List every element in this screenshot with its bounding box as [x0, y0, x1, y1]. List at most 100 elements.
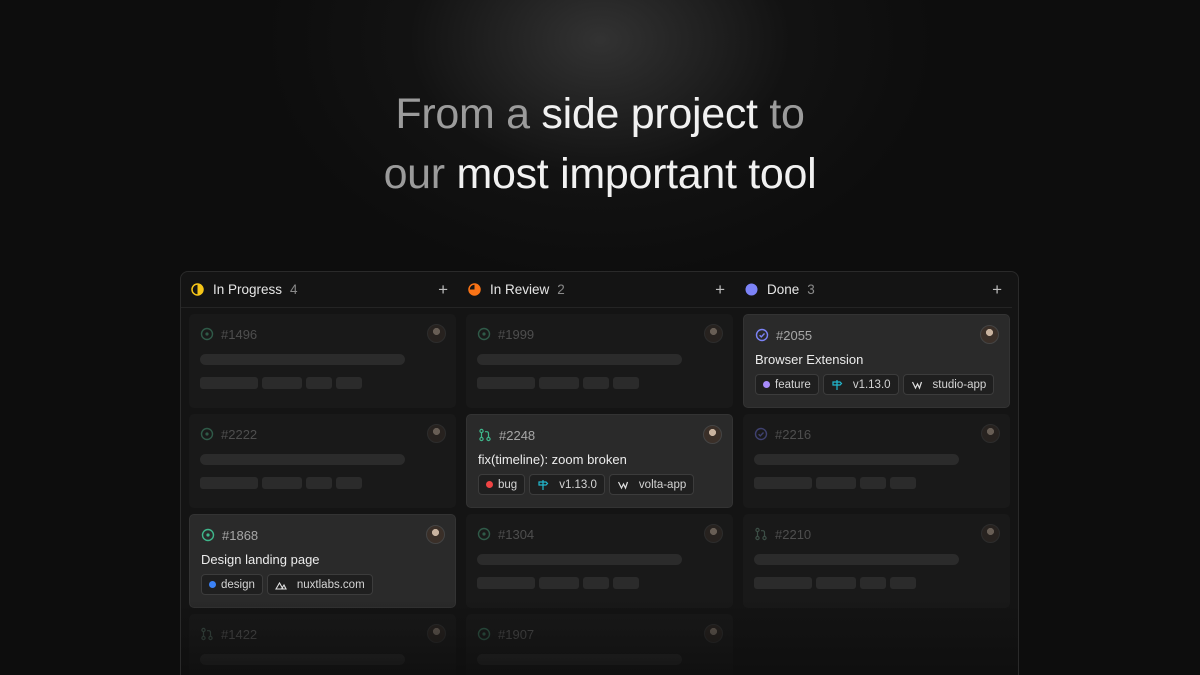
skeleton-title	[200, 454, 405, 465]
hero-heading: From a side project to our most importan…	[0, 84, 1200, 204]
check-circle-icon	[755, 328, 769, 342]
pull-request-icon	[200, 627, 214, 641]
label-chip[interactable]: design	[201, 574, 263, 595]
skeleton-chip	[306, 377, 332, 389]
avatar	[427, 424, 446, 443]
issue-card[interactable]: #2216	[743, 414, 1010, 508]
skeleton-chip	[306, 477, 332, 489]
kanban-board: In Progress 4 + #1496 #2222 #1868 Design landi…	[180, 271, 1019, 675]
issue-card[interactable]: #2222	[189, 414, 456, 508]
hero-text-segment: our	[383, 150, 457, 198]
issue-number: #1999	[498, 326, 535, 342]
skeleton-chip	[336, 477, 362, 489]
circle-dot-icon	[477, 627, 491, 641]
issue-card[interactable]: #2055 Browser Extension feature v1.13.0 stud…	[743, 314, 1010, 408]
issue-number: #1868	[222, 527, 259, 543]
label-text: design	[221, 578, 255, 591]
avatar	[980, 325, 999, 344]
circle-dot-icon	[201, 528, 215, 542]
label-dot-icon	[763, 381, 770, 388]
issue-card-header: #1496	[200, 325, 257, 343]
issue-card-header: #2055	[755, 326, 812, 344]
circle-dot-icon	[477, 327, 491, 341]
skeleton-chips	[200, 477, 362, 489]
check-circle-icon	[754, 427, 768, 441]
avatar	[427, 324, 446, 343]
avatar	[981, 424, 1000, 443]
issue-card-header: #2210	[754, 525, 811, 543]
skeleton-chips	[754, 577, 916, 589]
add-card-icon[interactable]: +	[438, 281, 448, 298]
issue-number: #2216	[775, 426, 812, 442]
issue-card[interactable]: #2248 fix(timeline): zoom broken bug v1.13.…	[466, 414, 733, 508]
add-card-icon[interactable]: +	[715, 281, 725, 298]
column-title: In Progress	[213, 282, 283, 297]
label-text: nuxtlabs.com	[296, 578, 365, 591]
issue-card[interactable]: #1868 Design landing page design nuxtlabs.c…	[189, 514, 456, 608]
hero-text-segment: to	[757, 90, 805, 138]
skeleton-chip	[477, 577, 535, 589]
skeleton-chip	[860, 577, 886, 589]
skeleton-chip	[539, 577, 579, 589]
issue-card-header: #1868	[201, 526, 258, 544]
pull-request-icon	[754, 527, 768, 541]
issue-number: #2055	[776, 327, 813, 343]
issue-card[interactable]: #1496	[189, 314, 456, 408]
label-chip[interactable]: nuxtlabs.com	[266, 574, 373, 595]
column-count: 3	[807, 282, 815, 297]
column-count: 2	[557, 282, 565, 297]
skeleton-chip	[613, 577, 639, 589]
label-chip[interactable]: feature	[755, 374, 819, 395]
label-chip[interactable]: v1.13.0	[529, 474, 605, 495]
issue-number: #1496	[221, 326, 258, 342]
avatar	[427, 624, 446, 643]
skeleton-chip	[583, 377, 609, 389]
pull-request-icon	[478, 428, 492, 442]
skeleton-chip	[860, 477, 886, 489]
issue-card[interactable]: #1304	[466, 514, 733, 608]
skeleton-chip	[477, 377, 535, 389]
issue-card[interactable]: #1907	[466, 614, 733, 675]
issue-number: #1304	[498, 526, 535, 542]
issue-title: Design landing page	[201, 552, 320, 567]
issue-card[interactable]: #1999	[466, 314, 733, 408]
hero-line-1: From a side project to	[0, 84, 1200, 144]
skeleton-title	[200, 654, 405, 665]
issue-labels: feature v1.13.0 studio-app	[755, 374, 995, 395]
column-done: Done 3 + #2055 Browser Extension feature v1.13…	[735, 272, 1012, 675]
skeleton-chip	[816, 577, 856, 589]
issue-card-header: #1907	[477, 625, 534, 643]
column-header: In Progress 4 +	[181, 272, 458, 308]
skeleton-chips	[477, 577, 639, 589]
label-chip[interactable]: studio-app	[902, 374, 995, 395]
issue-number: #1422	[221, 626, 258, 642]
volta-icon	[617, 479, 634, 491]
skeleton-chip	[262, 477, 302, 489]
issue-card-header: #1422	[200, 625, 257, 643]
label-chip[interactable]: bug	[478, 474, 526, 495]
skeleton-chip	[200, 377, 258, 389]
label-chip[interactable]: volta-app	[608, 474, 695, 495]
issue-number: #2222	[221, 426, 258, 442]
signpost-icon	[831, 379, 848, 391]
skeleton-chip	[539, 377, 579, 389]
label-text: studio-app	[932, 378, 987, 391]
skeleton-chip	[754, 577, 812, 589]
skeleton-chips	[754, 477, 916, 489]
hero-text-segment: side project	[541, 90, 758, 138]
column-header: In Review 2 +	[458, 272, 735, 308]
circle-dot-icon	[200, 327, 214, 341]
skeleton-title	[477, 354, 682, 365]
issue-card[interactable]: #1422	[189, 614, 456, 675]
column-title: Done	[767, 282, 800, 297]
label-text: feature	[775, 378, 811, 391]
label-chip[interactable]: v1.13.0	[822, 374, 899, 395]
column-in-progress: In Progress 4 + #1496 #2222 #1868 Design landi…	[181, 272, 458, 675]
issue-card[interactable]: #2210	[743, 514, 1010, 608]
issue-number: #1907	[498, 626, 535, 642]
hero-text-segment: From a	[395, 90, 542, 138]
skeleton-chip	[200, 477, 258, 489]
add-card-icon[interactable]: +	[992, 281, 1002, 298]
circle-dot-icon	[477, 527, 491, 541]
circle-dot-icon	[200, 427, 214, 441]
